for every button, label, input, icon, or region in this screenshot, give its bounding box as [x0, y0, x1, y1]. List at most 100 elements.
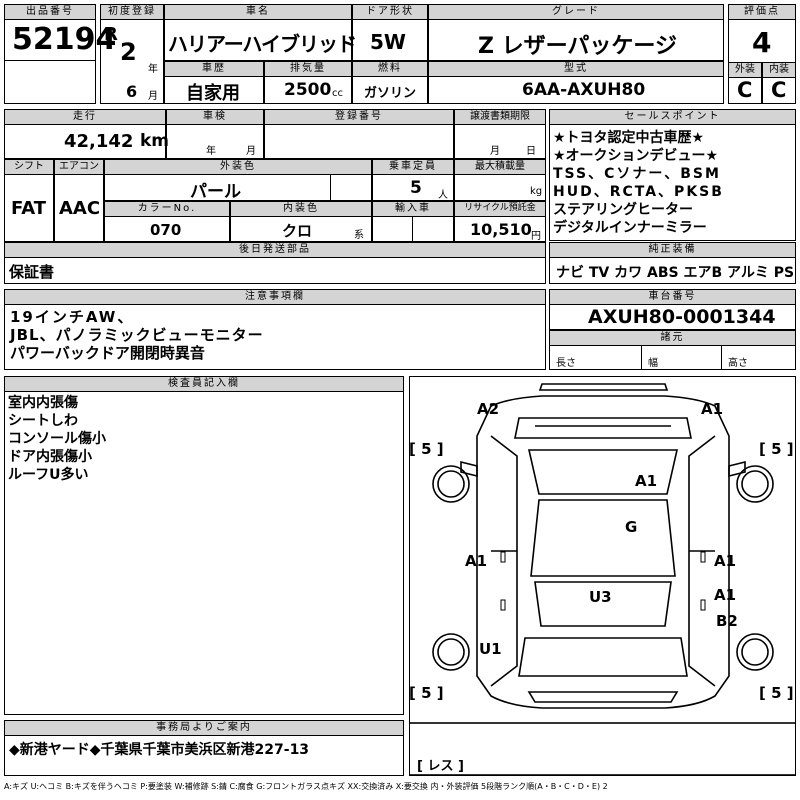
- inspector-line: シートしわ: [8, 413, 78, 429]
- inspection-month-unit: 月: [246, 146, 256, 157]
- recycle-unit: 円: [531, 231, 541, 242]
- int-color-value: クロ: [282, 222, 313, 240]
- history-value: 自家用: [186, 83, 240, 104]
- front-bumper: [538, 383, 669, 391]
- trunk: [518, 637, 688, 677]
- grade-label: グレード: [428, 4, 724, 20]
- damage-mark: A1: [714, 586, 736, 604]
- dims-label: 諸元: [549, 330, 796, 346]
- shift-label: シフト: [4, 159, 54, 175]
- capacity-unit: 人: [438, 190, 448, 201]
- damage-mark: A1: [465, 552, 487, 570]
- fuel-value: ガソリン: [364, 86, 417, 101]
- import-label: 輸入車: [372, 201, 454, 217]
- sales-point: ステアリングヒーター: [553, 202, 693, 218]
- equipment-item: アルミ: [727, 265, 769, 281]
- spare-tire-label: [ レス ]: [417, 759, 464, 774]
- sales-points-list: ★トヨタ認定中古車歴★ ★オークションデビュー★ TSS、Cソナー、BSM HU…: [553, 129, 724, 237]
- inspector-label: 検査員記入欄: [4, 376, 404, 392]
- ext-color-value: パール: [190, 182, 241, 202]
- recycle-value: 10,510: [470, 220, 532, 239]
- note-line: 19インチAW、: [10, 308, 135, 326]
- damage-mark: U1: [479, 640, 502, 658]
- wheel-rear-right-inner: [741, 638, 769, 666]
- fuel-label: 燃料: [352, 61, 428, 77]
- registration-cell: [264, 124, 454, 159]
- door-value: 5W: [370, 30, 406, 54]
- displacement-value: 2500: [284, 80, 332, 100]
- damage-mark: A1: [635, 472, 657, 490]
- recycle-label: リサイクル預託金: [454, 201, 546, 217]
- shift-value: FAT: [11, 198, 47, 219]
- aircon-label: エアコン: [54, 159, 104, 175]
- damage-mark: A1: [701, 400, 723, 418]
- tire-tread-label: [ 5 ]: [409, 440, 444, 458]
- notes-list: 19インチAW、 JBL、パノラミックビューモニター パワーバックドア開閉時異音: [10, 308, 264, 362]
- hood: [514, 417, 692, 439]
- rear-bumper: [527, 691, 679, 703]
- sales-point: デジタルインナーミラー: [553, 220, 707, 236]
- dims-length: 長さ: [556, 358, 576, 369]
- dims-cell: [549, 345, 796, 370]
- wheel-front-right-inner: [741, 470, 769, 498]
- first-reg-month: 6: [126, 82, 138, 101]
- ext-color-divider: [330, 174, 331, 201]
- dims-width: 幅: [648, 358, 658, 369]
- history-label: 車歴: [164, 61, 264, 77]
- car-name-value: ハリアーハイブリッド: [168, 32, 357, 56]
- car-body-outline: [476, 395, 730, 709]
- aircon-value: AAC: [59, 198, 101, 219]
- dims-height: 高さ: [728, 358, 748, 369]
- car-name-label: 車名: [164, 4, 352, 20]
- max-load-unit: kg: [530, 186, 543, 197]
- tire-tread-label: [ 5 ]: [759, 684, 794, 702]
- mirror-left: [460, 460, 478, 478]
- first-reg-year: 2: [120, 38, 137, 66]
- model-code-value: 6AA-AXUH80: [522, 80, 646, 100]
- damage-diagram: A2 A1 A1 G A1 A1 A1 U3 B2 U1 [ 5 ] [ 5 ] [ 5 ] [ 5 ] […: [409, 383, 796, 776]
- damage-mark: U3: [589, 588, 612, 606]
- after-parts-cell: [4, 257, 546, 284]
- equipment-item: PS: [773, 265, 795, 281]
- interior-grade-value: C: [771, 78, 787, 102]
- inspector-list: 室内内張傷 シートしわ コンソール傷小 ドア内張傷小 ルーフU多い: [8, 394, 106, 484]
- int-color-unit: 系: [354, 230, 364, 241]
- office-value: ◆新港ヤード◆千葉県千葉市美浜区新港227-13: [9, 742, 310, 758]
- transfer-day-unit: 日: [526, 146, 536, 157]
- equipment-item: カワ: [614, 265, 643, 281]
- import-cell: [372, 216, 454, 242]
- equipment-label: 純正装備: [549, 242, 796, 258]
- int-color-label: 内装色: [230, 201, 372, 217]
- sales-point: TSS、Cソナー、BSM: [553, 166, 721, 182]
- door-label: ドア形状: [352, 4, 428, 20]
- displacement-label: 排気量: [264, 61, 352, 77]
- after-parts-label: 後日発送部品: [4, 242, 546, 258]
- spare-box: [409, 722, 796, 776]
- capacity-value: 5: [410, 178, 422, 198]
- first-reg-month-unit: 月: [148, 91, 158, 102]
- first-reg-year-unit: 年: [148, 64, 158, 75]
- lot-label: 出品番号: [4, 4, 96, 20]
- damage-mark: A1: [714, 552, 736, 570]
- exterior-grade-value: C: [737, 78, 753, 102]
- notes-label: 注意事項欄: [4, 289, 546, 305]
- dims-divider: [641, 345, 642, 370]
- inspector-line: ルーフU多い: [8, 467, 89, 483]
- model-code-label: 型式: [428, 61, 724, 77]
- lot-empty-cell: [4, 60, 96, 104]
- roof: [530, 499, 676, 577]
- note-line: パワーバックドア開閉時異音: [10, 344, 205, 362]
- chassis-value: AXUH80-0001344: [588, 306, 776, 328]
- grade-value: Z レザーパッケージ: [478, 34, 677, 59]
- import-divider: [412, 216, 413, 242]
- color-no-label: カラーNo.: [104, 201, 230, 217]
- capacity-label: 乗車定員: [372, 159, 454, 175]
- office-label: 事務局よりご案内: [4, 720, 404, 736]
- dims-divider: [721, 345, 722, 370]
- first-reg-era: R: [104, 24, 118, 45]
- mileage-unit: km: [140, 131, 170, 151]
- equipment-item: ナビ: [556, 265, 584, 281]
- transfer-month-unit: 月: [490, 146, 500, 157]
- tire-tread-label: [ 5 ]: [409, 684, 444, 702]
- equipment-item: エアB: [683, 265, 723, 281]
